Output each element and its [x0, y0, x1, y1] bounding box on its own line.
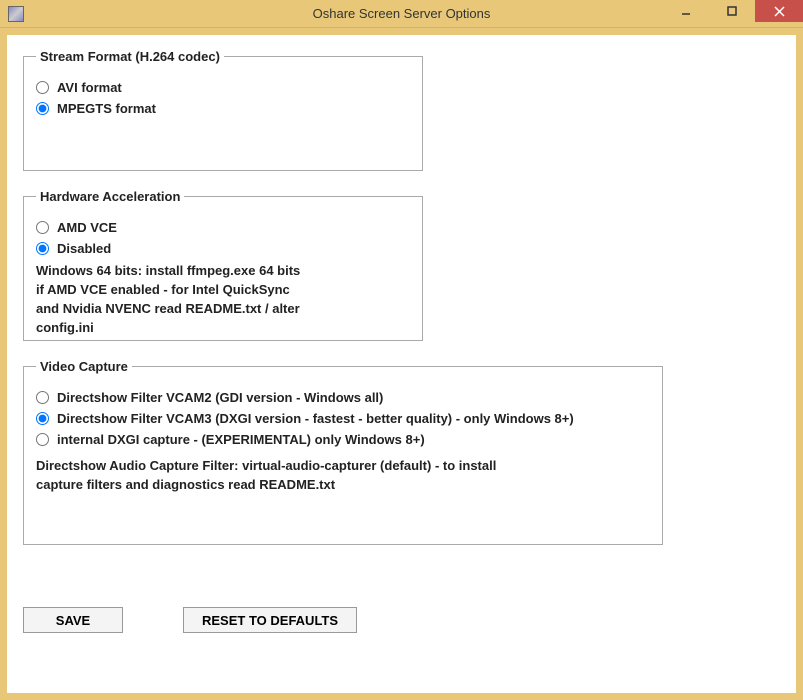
titlebar: Oshare Screen Server Options: [0, 0, 803, 28]
radio-vcam2-label: Directshow Filter VCAM2 (GDI version - W…: [57, 390, 383, 405]
client-area: Stream Format (H.264 codec) AVI format M…: [6, 34, 797, 694]
radio-disabled-input[interactable]: [36, 242, 49, 255]
radio-vcam3[interactable]: Directshow Filter VCAM3 (DXGI version - …: [36, 411, 650, 426]
hardware-accel-info: Windows 64 bits: install ffmpeg.exe 64 b…: [36, 262, 410, 337]
radio-avi-format[interactable]: AVI format: [36, 80, 410, 95]
radio-amd-input[interactable]: [36, 221, 49, 234]
radio-vcam3-input[interactable]: [36, 412, 49, 425]
close-icon: [774, 6, 785, 17]
radio-vcam2-input[interactable]: [36, 391, 49, 404]
save-button[interactable]: SAVE: [23, 607, 123, 633]
video-capture-legend: Video Capture: [36, 359, 132, 374]
stream-format-group: Stream Format (H.264 codec) AVI format M…: [23, 49, 423, 171]
maximize-icon: [727, 6, 737, 16]
stream-format-legend: Stream Format (H.264 codec): [36, 49, 224, 64]
radio-internal-label: internal DXGI capture - (EXPERIMENTAL) o…: [57, 432, 425, 447]
radio-internal-input[interactable]: [36, 433, 49, 446]
video-capture-group: Video Capture Directshow Filter VCAM2 (G…: [23, 359, 663, 545]
radio-mpegts-format[interactable]: MPEGTS format: [36, 101, 410, 116]
hardware-accel-legend: Hardware Acceleration: [36, 189, 184, 204]
minimize-button[interactable]: [663, 0, 709, 22]
app-icon: [8, 6, 24, 22]
radio-vcam3-label: Directshow Filter VCAM3 (DXGI version - …: [57, 411, 574, 426]
radio-amd-label: AMD VCE: [57, 220, 117, 235]
radio-mpegts-label: MPEGTS format: [57, 101, 156, 116]
radio-avi-label: AVI format: [57, 80, 122, 95]
reset-button[interactable]: RESET TO DEFAULTS: [183, 607, 357, 633]
radio-amd-vce[interactable]: AMD VCE: [36, 220, 410, 235]
radio-vcam2[interactable]: Directshow Filter VCAM2 (GDI version - W…: [36, 390, 650, 405]
radio-disabled-label: Disabled: [57, 241, 111, 256]
minimize-icon: [681, 6, 691, 16]
radio-mpegts-input[interactable]: [36, 102, 49, 115]
maximize-button[interactable]: [709, 0, 755, 22]
video-capture-info: Directshow Audio Capture Filter: virtual…: [36, 457, 650, 495]
radio-disabled[interactable]: Disabled: [36, 241, 410, 256]
close-button[interactable]: [755, 0, 803, 22]
window-title: Oshare Screen Server Options: [313, 6, 491, 21]
radio-avi-input[interactable]: [36, 81, 49, 94]
radio-internal-dxgi[interactable]: internal DXGI capture - (EXPERIMENTAL) o…: [36, 432, 650, 447]
hardware-accel-group: Hardware Acceleration AMD VCE Disabled W…: [23, 189, 423, 341]
button-row: SAVE RESET TO DEFAULTS: [23, 607, 357, 633]
window-controls: [663, 0, 803, 27]
